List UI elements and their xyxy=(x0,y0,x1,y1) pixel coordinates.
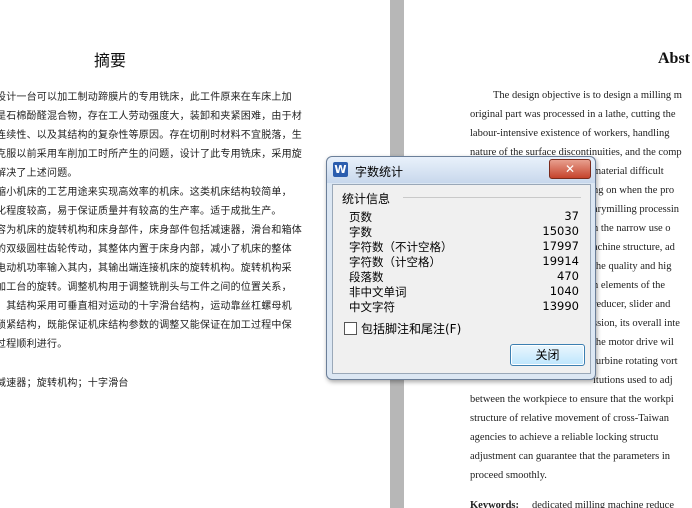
text-line: the quality and hig xyxy=(593,261,672,272)
text-line: itutions used to adj xyxy=(593,375,673,386)
abstract-heading-en: Abst xyxy=(658,50,691,67)
stat-row-chinese-chars: 中文字符 13990 xyxy=(349,299,579,314)
stat-row-non-chinese-words: 非中文单词 1040 xyxy=(349,284,579,299)
text-line: n elements of the xyxy=(593,280,666,291)
text-line: material difficult xyxy=(593,166,664,177)
keywords-label-en: Keywords: xyxy=(470,500,519,508)
text-line: labour-intensive existence of workers, h… xyxy=(470,128,670,139)
text-line: achine structure, ad xyxy=(593,242,675,253)
dialog-body: 统计信息 页数 37 字数 15030 字符数（不计空格） 17997 字符数（… xyxy=(332,184,591,374)
text-line: original part was processed in a lathe, … xyxy=(470,109,676,120)
text-line: ng on when the pro xyxy=(593,185,675,196)
stat-row-chars-with-spaces: 字符数（计空格） 19914 xyxy=(349,254,579,269)
text-line: structure of relative movement of cross-… xyxy=(470,413,669,424)
text-line: 是石棉酚醛混合物，存在工人劳动强度大，装卸和夹紧困难，由于材 xyxy=(0,111,302,122)
dialog-title: 字数统计 xyxy=(355,165,404,179)
keywords-line-cn: 减速器；旋转机构；十字滑台 xyxy=(0,378,129,389)
close-button[interactable]: 关闭 xyxy=(510,344,585,366)
text-line: 连续性、以及其结构的复杂性等原因。存在切削时材料不宜脱落，生 xyxy=(0,130,302,141)
include-footnotes-checkbox[interactable] xyxy=(344,322,357,335)
stat-row-chars-no-spaces: 字符数（不计空格） 17997 xyxy=(349,239,579,254)
stats-group-label: 统计信息 xyxy=(342,192,391,206)
text-line: h the narrow use o xyxy=(593,223,671,234)
text-line: 缩小机床的工艺用途来实现高效率的机床。这类机床结构较简单， xyxy=(0,187,292,198)
text-line: 容为机床的旋转机构和床身部件，床身部件包括减速器，滑台和箱体 xyxy=(0,225,302,236)
include-footnotes-label[interactable]: 包括脚注和尾注(F) xyxy=(361,320,461,337)
abstract-heading-cn: 摘要 xyxy=(94,51,127,70)
text-line: The design objective is to design a mill… xyxy=(493,90,682,101)
stat-label: 非中文单词 xyxy=(349,285,407,299)
text-line: 过程顺利进行。 xyxy=(0,339,68,350)
stat-value: 1040 xyxy=(549,284,579,298)
text-line: ssion, its overall inte xyxy=(593,318,680,329)
stat-value: 19914 xyxy=(542,254,579,268)
text-line: 设计一台可以加工制动蹄膜片的专用铣床，此工件原来在车床上加 xyxy=(0,92,292,103)
text-line: agencies to achieve a reliable locking s… xyxy=(470,432,659,443)
stat-label: 字符数（计空格） xyxy=(349,255,441,269)
text-line: 的双级圆柱齿轮传动，其整体内置于床身内部，减小了机床的整体 xyxy=(0,244,292,255)
stat-label: 字数 xyxy=(349,225,372,239)
group-divider xyxy=(403,197,581,198)
stat-label: 页数 xyxy=(349,210,372,224)
stat-value: 17997 xyxy=(542,239,579,253)
stat-label: 段落数 xyxy=(349,270,384,284)
text-line: turbine rotating vort xyxy=(593,356,678,367)
text-line: 克服以前采用车削加工时所产生的问题，设计了此专用铣床，采用旋 xyxy=(0,149,302,160)
text-line: 解决了上述问题。 xyxy=(0,168,78,179)
text-line: the motor drive wil xyxy=(593,337,674,348)
stat-value: 13990 xyxy=(542,299,579,313)
stat-label: 字符数（不计空格） xyxy=(349,240,453,254)
text-line: 锁紧结构，既能保证机床结构参数的调整又能保证在加工过程中保 xyxy=(0,320,292,331)
text-line: arymilling processin xyxy=(593,204,680,215)
word-count-dialog: W 字数统计 ✕ 统计信息 页数 37 字数 15030 字符数（不计空格） 1… xyxy=(326,156,596,380)
text-line: adjustment can guarantee that the parame… xyxy=(470,451,670,462)
text-line: reducer, slider and xyxy=(593,299,671,310)
stat-value: 37 xyxy=(564,209,579,223)
text-line: 电动机功率输入其内，其输出端连接机床的旋转机构。旋转机构采 xyxy=(0,263,292,274)
dialog-titlebar[interactable]: W 字数统计 ✕ xyxy=(327,157,595,183)
stat-row-pages: 页数 37 xyxy=(349,209,579,224)
text-line: proceed smoothly. xyxy=(470,470,547,481)
stat-row-paragraphs: 段落数 470 xyxy=(349,269,579,284)
wps-app-icon: W xyxy=(333,162,348,177)
keywords-text-en: dedicated milling machine reduce xyxy=(532,500,674,508)
stat-label: 中文字符 xyxy=(349,300,395,314)
text-line: ：其结构采用可垂直相对运动的十字滑台结构，运动靠丝杠螺母机 xyxy=(0,301,292,312)
close-icon[interactable]: ✕ xyxy=(549,159,591,179)
stat-row-words: 字数 15030 xyxy=(349,224,579,239)
text-line: 化程度较高，易于保证质量并有较高的生产率。适于成批生产。 xyxy=(0,206,282,217)
stat-value: 470 xyxy=(557,269,579,283)
stat-value: 15030 xyxy=(542,224,579,238)
text-line: between the workpiece to ensure that the… xyxy=(470,394,674,405)
text-line: 加工台的旋转。调整机构用于调整铣削头与工件之间的位置关系， xyxy=(0,282,292,293)
